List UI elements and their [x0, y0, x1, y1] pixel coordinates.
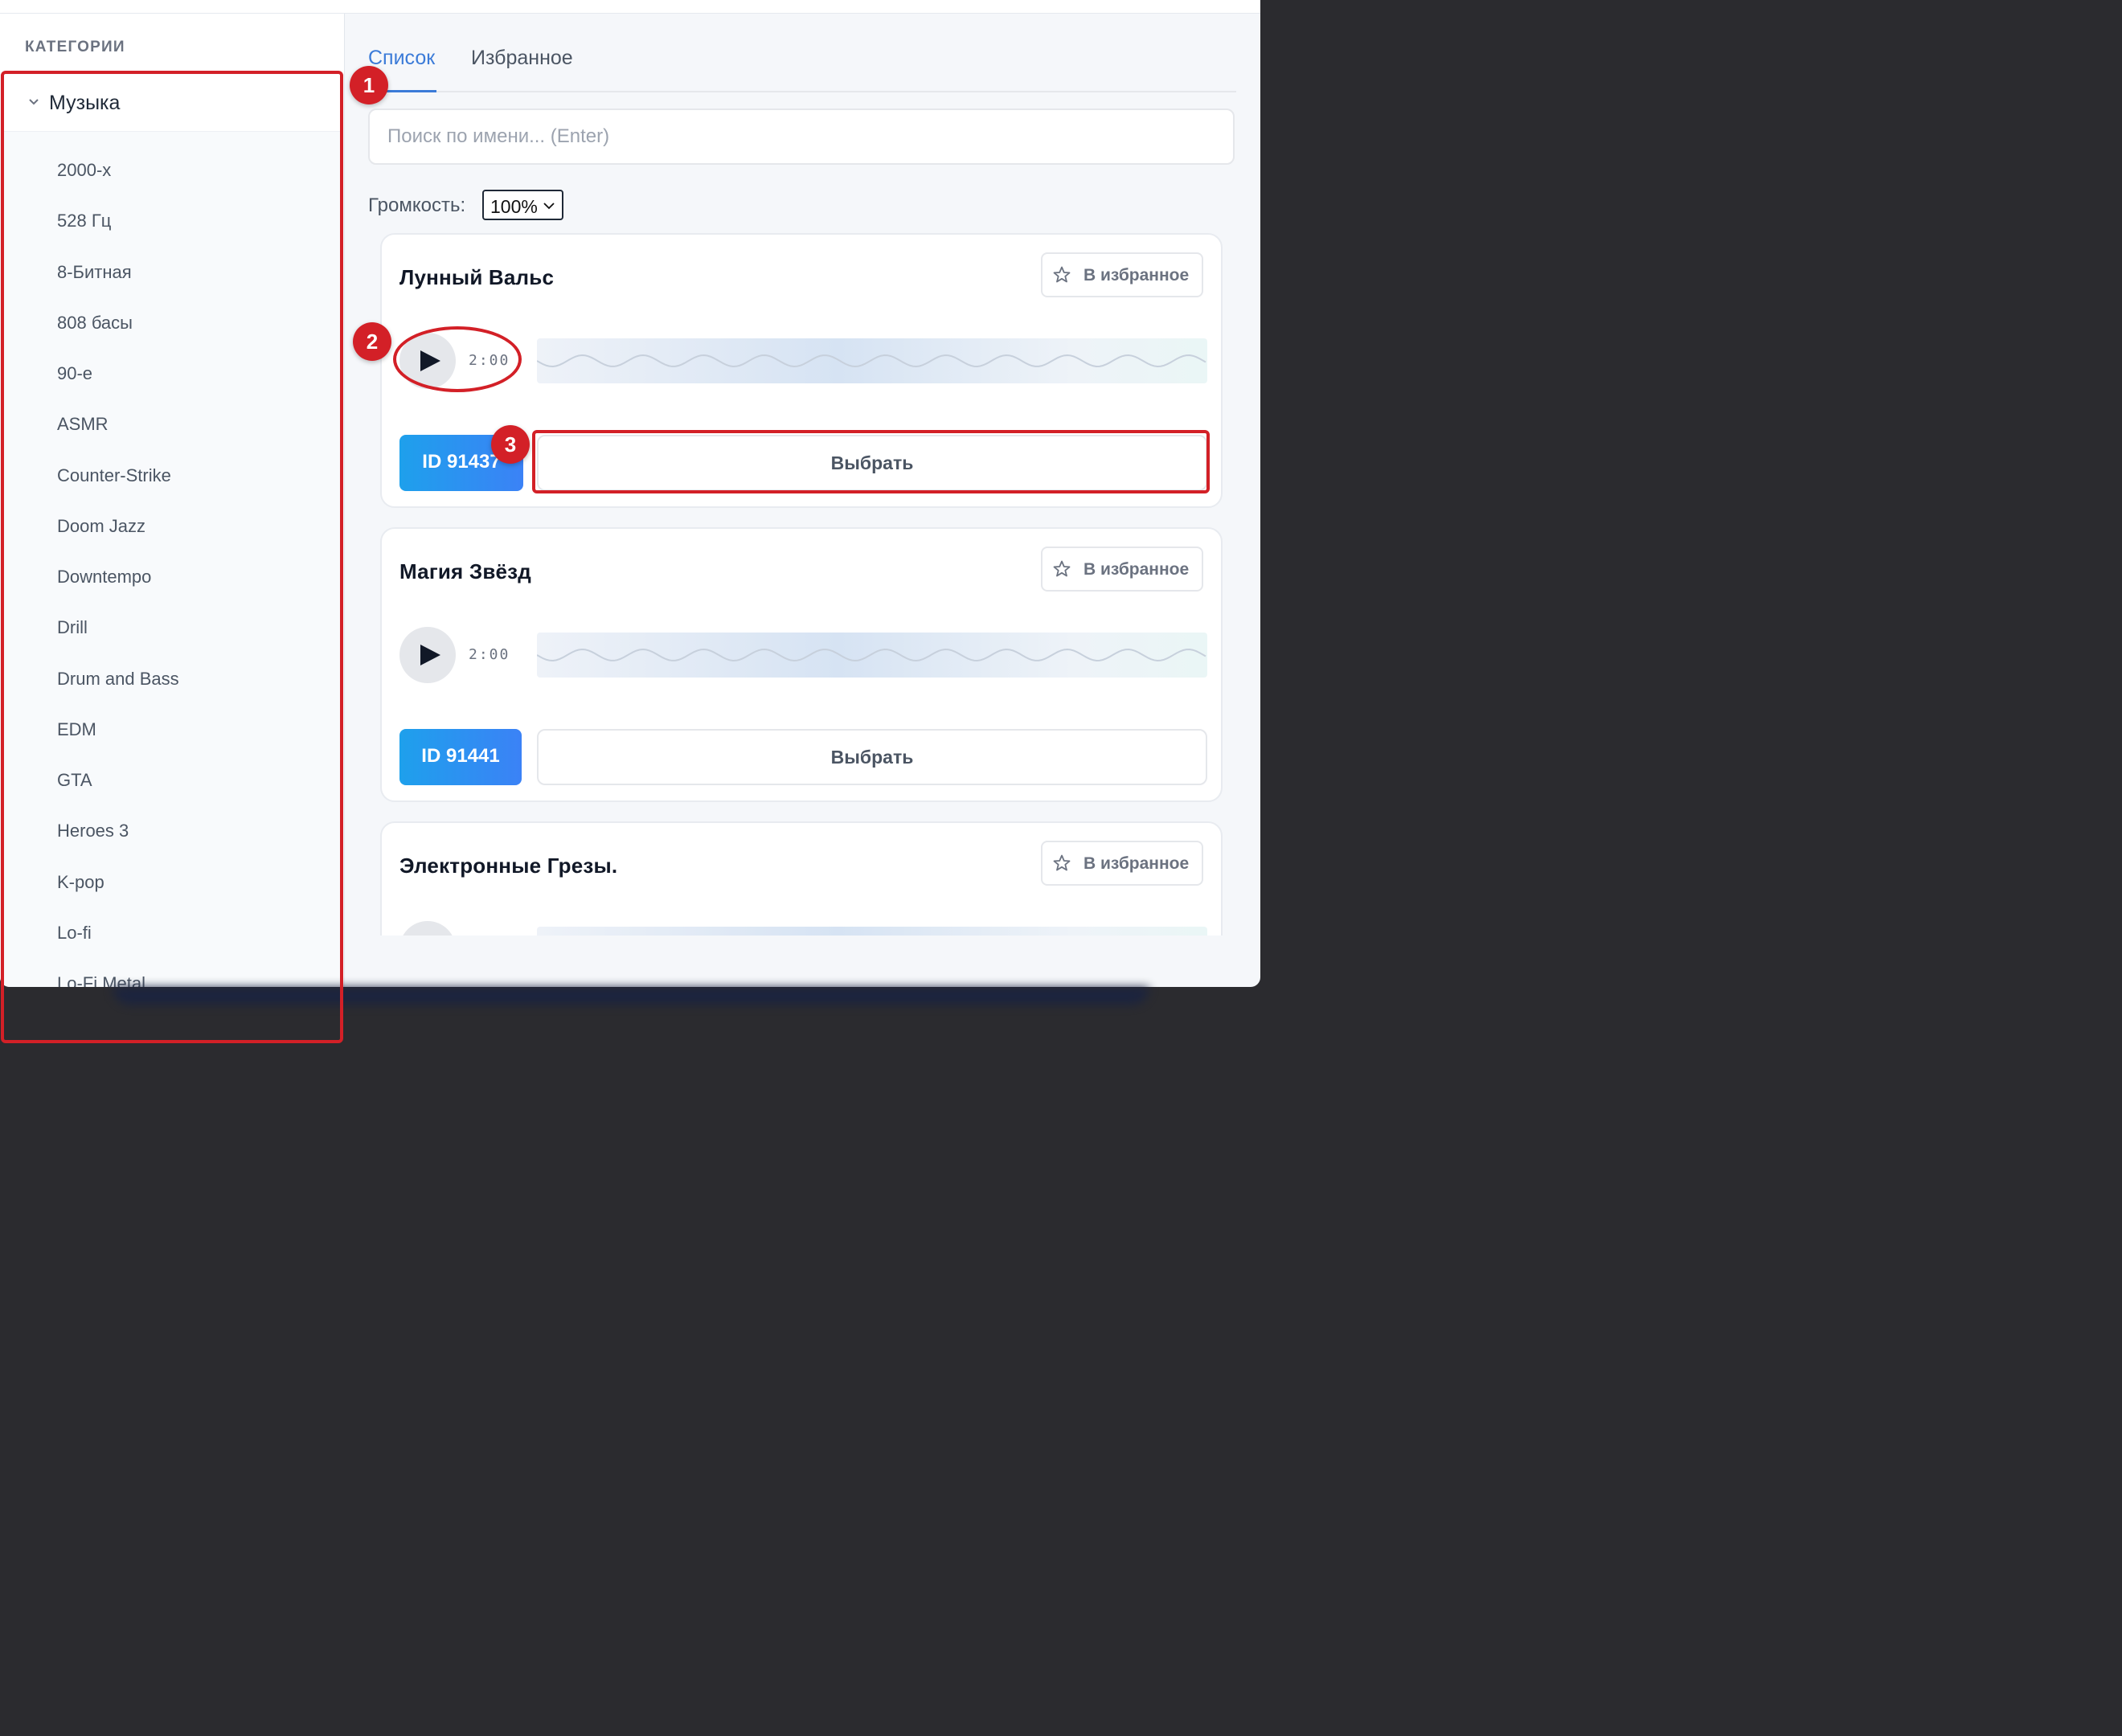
annotation-badge: 2 — [353, 322, 391, 361]
sidebar-header: КАТЕГОРИИ — [0, 14, 344, 74]
track-card: Электронные Грезы. В избранное — [380, 821, 1223, 936]
track-id: ID 91441 — [421, 745, 500, 767]
annotation-oval-play — [393, 326, 522, 392]
waveform-progress[interactable] — [537, 338, 1207, 383]
volume-label: Громкость: — [368, 194, 466, 216]
track-id-badge[interactable]: ID 91441 — [399, 729, 522, 785]
waveform-icon — [537, 354, 1206, 368]
annotation-box-sidebar — [1, 71, 343, 1043]
top-strip — [0, 0, 1260, 14]
waveform-icon — [537, 648, 1206, 662]
tab-favorites[interactable]: Избранное — [471, 47, 573, 70]
star-icon — [1053, 266, 1071, 283]
tab-list[interactable]: Список — [368, 47, 435, 70]
track-title: Магия Звёзд — [399, 559, 532, 583]
favorites-button-label: В избранное — [1084, 266, 1190, 285]
search-input[interactable] — [368, 108, 1235, 165]
annotation-box-select — [532, 430, 1210, 493]
star-icon — [1053, 560, 1071, 577]
waveform-progress[interactable] — [537, 927, 1207, 936]
page: КАТЕГОРИИ Музыка 2000-х 528 Гц 8-Битная … — [0, 0, 1260, 1043]
volume-select[interactable]: 100% — [482, 190, 563, 220]
star-icon — [1053, 854, 1071, 871]
track-title: Лунный Вальс — [399, 265, 555, 289]
chevron-down-icon — [543, 203, 555, 210]
track-list: Лунный Вальс В избранное 2:00 ID 91437 В — [368, 222, 1236, 936]
annotation-badge: 3 — [491, 425, 530, 464]
track-card: Магия Звёзд В избранное 2:00 ID 91441 Вы — [380, 527, 1223, 802]
add-to-favorites-button[interactable]: В избранное — [1041, 841, 1203, 886]
favorites-button-label: В избранное — [1084, 560, 1190, 579]
play-icon — [420, 645, 440, 665]
volume-value: 100% — [490, 196, 538, 217]
add-to-favorites-button[interactable]: В избранное — [1041, 547, 1203, 592]
track-duration: 2:00 — [469, 646, 510, 663]
track-title: Электронные Грезы. — [399, 854, 618, 878]
play-button[interactable] — [399, 921, 456, 936]
annotation-badge: 1 — [350, 66, 388, 104]
select-button[interactable]: Выбрать — [537, 729, 1207, 785]
play-button[interactable] — [399, 627, 456, 683]
favorites-button-label: В избранное — [1084, 854, 1190, 873]
sidebar-title: КАТЕГОРИИ — [25, 39, 125, 55]
add-to-favorites-button[interactable]: В избранное — [1041, 252, 1203, 297]
tab-bar: Список Избранное — [368, 32, 1236, 92]
waveform-progress[interactable] — [537, 633, 1207, 678]
select-button-label: Выбрать — [830, 747, 914, 768]
